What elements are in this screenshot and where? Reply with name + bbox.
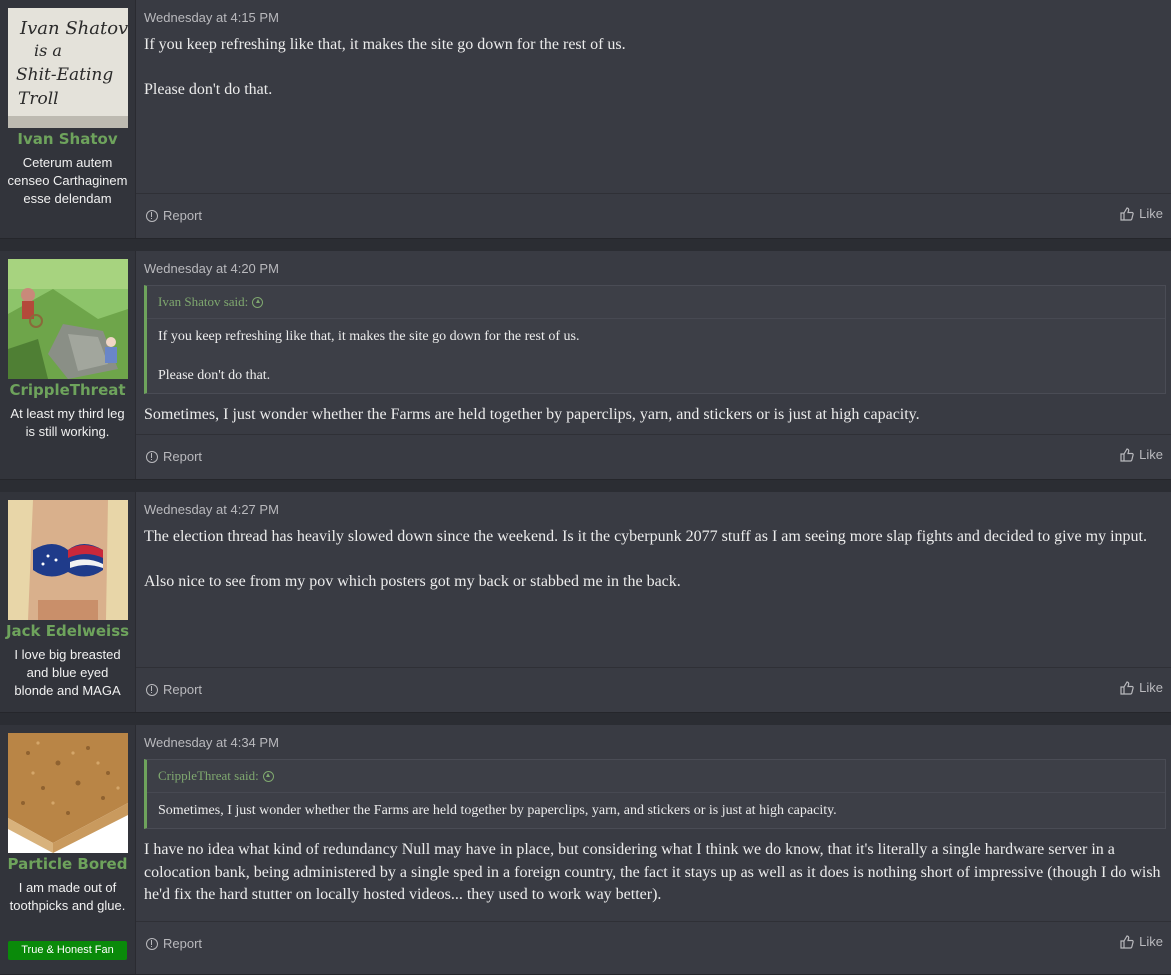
post-footer: Report Like xyxy=(136,921,1171,966)
quote-paragraph: Sometimes, I just wonder whether the Far… xyxy=(158,803,837,818)
flag-bikini-avatar-image xyxy=(8,500,128,620)
post-body: Sometimes, I just wonder whether the Far… xyxy=(144,404,1161,427)
username[interactable]: CrippleThreat xyxy=(0,381,135,399)
post-footer: Report Like xyxy=(136,434,1171,479)
post-timestamp[interactable]: Wednesday at 4:15 PM xyxy=(144,10,279,25)
post-footer: Report Like xyxy=(136,193,1171,238)
like-button[interactable]: Like xyxy=(1120,680,1163,695)
post-main: Wednesday at 4:15 PM If you keep refresh… xyxy=(136,0,1171,238)
user-title: Ceterum autem censeo Carthaginem esse de… xyxy=(7,155,128,206)
warning-circle-icon xyxy=(146,683,158,696)
user-title: At least my third leg is still working. xyxy=(10,406,125,439)
post-paragraph: Also nice to see from my pov which poste… xyxy=(144,572,681,590)
particleboard-avatar-image xyxy=(8,733,128,853)
like-button[interactable]: Like xyxy=(1120,447,1163,462)
username[interactable]: Particle Bored xyxy=(0,855,135,873)
post-author-sidebar: Jack Edelweiss I love big breasted and b… xyxy=(0,492,136,712)
post-timestamp[interactable]: Wednesday at 4:27 PM xyxy=(144,502,279,517)
avatar[interactable] xyxy=(8,500,128,620)
post: Ivan Shatov is a Shit-Eating Troll Ivan … xyxy=(0,0,1171,239)
like-label: Like xyxy=(1139,447,1163,462)
post-author-sidebar: Particle Bored I am made out of toothpic… xyxy=(0,725,136,974)
svg-text:Ivan Shatov: Ivan Shatov xyxy=(19,18,128,39)
thumbs-up-icon xyxy=(1120,206,1134,221)
report-button[interactable]: Report xyxy=(146,682,202,697)
post-body: I have no idea what kind of redundancy N… xyxy=(144,839,1161,907)
avatar[interactable]: Ivan Shatov is a Shit-Eating Troll xyxy=(8,8,128,128)
quote-content: If you keep refreshing like that, it mak… xyxy=(147,319,1165,393)
avatar[interactable] xyxy=(8,733,128,853)
post-body: If you keep refreshing like that, it mak… xyxy=(144,34,1161,101)
post: Particle Bored I am made out of toothpic… xyxy=(0,725,1171,975)
cartoon-cliff-avatar-image xyxy=(8,259,128,379)
quote-author: Ivan Shatov said: xyxy=(158,294,249,309)
like-button[interactable]: Like xyxy=(1120,934,1163,949)
like-button[interactable]: Like xyxy=(1120,206,1163,221)
post-paragraph: Sometimes, I just wonder whether the Far… xyxy=(144,406,920,423)
post-author-sidebar: Ivan Shatov is a Shit-Eating Troll Ivan … xyxy=(0,0,136,238)
post: Jack Edelweiss I love big breasted and b… xyxy=(0,492,1171,713)
quote-content: Sometimes, I just wonder whether the Far… xyxy=(147,793,1165,828)
quote-author: CrippleThreat said: xyxy=(158,768,259,783)
warning-circle-icon xyxy=(146,450,158,463)
report-label: Report xyxy=(163,682,203,697)
report-label: Report xyxy=(163,449,203,464)
post-main: Wednesday at 4:20 PM Ivan Shatov said: I… xyxy=(136,251,1171,479)
post-paragraph: I have no idea what kind of redundancy N… xyxy=(144,841,1161,903)
user-title: I love big breasted and blue eyed blonde… xyxy=(14,647,121,698)
report-button[interactable]: Report xyxy=(146,208,202,223)
quote-author-link[interactable]: Ivan Shatov said: xyxy=(147,286,1165,319)
warning-circle-icon xyxy=(146,209,158,222)
post-paragraph: The election thread has heavily slowed d… xyxy=(144,528,1147,545)
post-paragraph: Please don't do that. xyxy=(144,80,273,98)
post-footer: Report Like xyxy=(136,667,1171,712)
blockquote: Ivan Shatov said: If you keep refreshing… xyxy=(144,285,1166,394)
username[interactable]: Ivan Shatov xyxy=(0,130,135,148)
post-author-sidebar: CrippleThreat At least my third leg is s… xyxy=(0,251,136,479)
post-paragraph: If you keep refreshing like that, it mak… xyxy=(144,36,626,53)
post-main: Wednesday at 4:27 PM The election thread… xyxy=(136,492,1171,712)
post-timestamp[interactable]: Wednesday at 4:20 PM xyxy=(144,261,279,276)
blockquote: CrippleThreat said: Sometimes, I just wo… xyxy=(144,759,1166,829)
report-label: Report xyxy=(163,208,203,223)
avatar[interactable] xyxy=(8,259,128,379)
post: CrippleThreat At least my third leg is s… xyxy=(0,251,1171,480)
thumbs-up-icon xyxy=(1120,680,1134,695)
like-label: Like xyxy=(1139,206,1163,221)
like-label: Like xyxy=(1139,934,1163,949)
svg-text:is a: is a xyxy=(34,41,62,60)
username[interactable]: Jack Edelweiss xyxy=(0,622,135,640)
like-label: Like xyxy=(1139,680,1163,695)
report-label: Report xyxy=(163,936,203,951)
svg-text:Shit-Eating: Shit-Eating xyxy=(16,65,113,85)
thumbs-up-icon xyxy=(1120,447,1134,462)
report-button[interactable]: Report xyxy=(146,449,202,464)
report-button[interactable]: Report xyxy=(146,936,202,951)
thumbs-up-icon xyxy=(1120,934,1134,949)
warning-circle-icon xyxy=(146,937,158,950)
arrow-up-circle-icon[interactable] xyxy=(262,771,274,782)
handwritten-sign-avatar-image: Ivan Shatov is a Shit-Eating Troll xyxy=(8,8,128,128)
quote-paragraph: If you keep refreshing like that, it mak… xyxy=(158,329,580,344)
post-body: The election thread has heavily slowed d… xyxy=(144,526,1161,593)
quote-paragraph: Please don't do that. xyxy=(158,368,271,383)
quote-author-link[interactable]: CrippleThreat said: xyxy=(147,760,1165,793)
svg-text:Troll: Troll xyxy=(18,89,59,109)
user-title: I am made out of toothpicks and glue. xyxy=(9,880,126,913)
post-timestamp[interactable]: Wednesday at 4:34 PM xyxy=(144,735,279,750)
arrow-up-circle-icon[interactable] xyxy=(252,297,264,308)
post-main: Wednesday at 4:34 PM CrippleThreat said:… xyxy=(136,725,1171,974)
user-banner-badge: True & Honest Fan xyxy=(8,941,127,960)
